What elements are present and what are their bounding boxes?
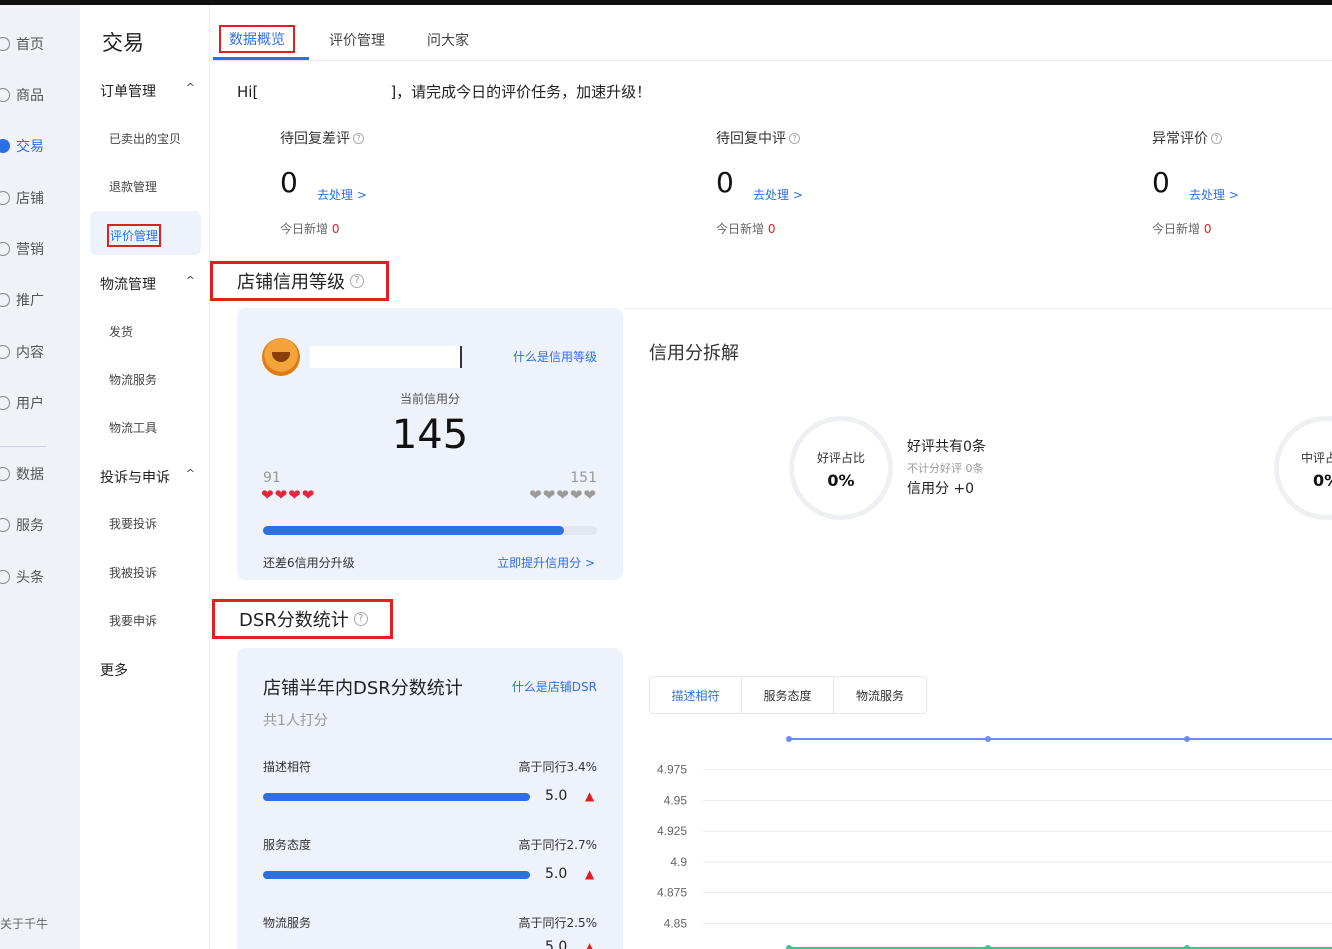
stat-pending-negative: 待回复差评? 0 去处理 > 今日新增 0 xyxy=(280,131,367,236)
group-more[interactable]: 更多 xyxy=(100,660,195,680)
mid-ratio-ring: 中评占 0% xyxy=(1274,416,1332,520)
y-tick-label: 4.975 xyxy=(657,763,687,777)
shop-icon xyxy=(0,191,10,205)
y-tick-label: 4.875 xyxy=(657,886,687,900)
current-level-hearts: ❤❤❤❤ xyxy=(261,486,316,504)
credit-progress-bar xyxy=(263,526,597,535)
rail-item-promotion[interactable]: 推广 xyxy=(0,284,80,316)
greeting: Hi[]，请完成今日的评价任务，加速升级！ xyxy=(237,83,652,101)
active-tab-indicator xyxy=(213,57,309,60)
help-icon[interactable]: ? xyxy=(353,132,364,144)
what-is-credit-link[interactable]: 什么是信用等级 xyxy=(513,348,597,365)
group-order-management[interactable]: 订单管理 ^ xyxy=(100,81,195,101)
content-icon xyxy=(0,345,10,359)
nav-refunds[interactable]: 退款管理 xyxy=(109,178,157,195)
dsr-bar-service xyxy=(263,871,530,879)
y-tick-label: 4.925 xyxy=(657,824,687,838)
group-complaints[interactable]: 投诉与申诉 ^ xyxy=(100,467,195,487)
stat-pending-neutral: 待回复中评? 0 去处理 > 今日新增 0 xyxy=(716,131,803,236)
tab-ask-everyone[interactable]: 问大家 xyxy=(427,30,469,50)
subnav-title: 交易 xyxy=(102,31,144,55)
tab-review-management[interactable]: 评价管理 xyxy=(329,30,385,50)
data-point[interactable] xyxy=(985,736,991,742)
chevron-up-icon: ^ xyxy=(185,274,195,287)
nav-sold-items[interactable]: 已卖出的宝贝 xyxy=(109,130,181,147)
rail-item-shop[interactable]: 店铺 xyxy=(0,182,80,214)
primary-nav-rail: 首页 商品 交易 店铺 营销 推广 内容 用户 数据 服务 头条 关于千牛 xyxy=(0,5,80,949)
nav-appeal[interactable]: 我要申诉 xyxy=(109,612,157,629)
shop-avatar xyxy=(262,338,300,376)
nav-complained-against[interactable]: 我被投诉 xyxy=(109,564,157,581)
credit-section-title: 店铺信用等级? xyxy=(210,261,389,301)
home-icon xyxy=(0,37,10,51)
rail-item-users[interactable]: 用户 xyxy=(0,387,80,419)
good-review-summary: 好评共有0条 不计分好评 0条 信用分 +0 xyxy=(907,439,986,497)
credit-progress-fill xyxy=(263,526,564,535)
next-level-hearts: ❤❤❤❤❤ xyxy=(529,486,597,504)
tab-data-overview[interactable]: 数据概览 xyxy=(219,25,295,53)
rail-divider xyxy=(0,446,46,447)
data-icon xyxy=(0,467,10,481)
data-point[interactable] xyxy=(1184,945,1190,949)
data-point[interactable] xyxy=(1184,736,1190,742)
process-link[interactable]: 去处理 > xyxy=(753,186,803,203)
rail-item-goods[interactable]: 商品 xyxy=(0,79,80,111)
stat-abnormal-reviews: 异常评价? 0 去处理 > 今日新增 0 xyxy=(1152,131,1239,236)
credit-score: 145 xyxy=(391,412,469,458)
data-point[interactable] xyxy=(786,945,792,949)
dsr-trend-chart: 描述相符 服务态度 物流服务 4.975 4.95 4.925 4.9 4.875 4.8… xyxy=(624,648,1332,949)
user-icon xyxy=(0,396,10,410)
rail-item-headlines[interactable]: 头条 xyxy=(0,561,80,593)
rail-item-service[interactable]: 服务 xyxy=(0,509,80,541)
rail-item-home[interactable]: 首页 xyxy=(0,28,80,60)
data-point[interactable] xyxy=(985,945,991,949)
help-icon[interactable]: ? xyxy=(789,132,800,144)
data-point[interactable] xyxy=(786,736,792,742)
promotion-icon xyxy=(0,293,10,307)
main-content: 数据概览 评价管理 问大家 Hi[]，请完成今日的评价任务，加速升级！ 待回复差… xyxy=(210,5,1332,949)
goods-icon xyxy=(0,88,10,102)
redacted-shop-name xyxy=(310,346,462,368)
dsr-line-chart: 4.975 4.95 4.925 4.9 4.875 4.85 xyxy=(657,736,1332,949)
about-link[interactable]: 关于千牛 xyxy=(0,915,48,932)
group-logistics[interactable]: 物流管理 ^ xyxy=(100,274,195,294)
chevron-up-icon: ^ xyxy=(185,467,195,480)
help-icon[interactable]: ? xyxy=(353,612,368,626)
nav-logistics-service[interactable]: 物流服务 xyxy=(109,371,157,388)
help-icon[interactable]: ? xyxy=(1211,132,1222,144)
up-arrow-icon: ▲ xyxy=(585,789,595,803)
good-ratio-ring: 好评占比 0% xyxy=(789,416,893,520)
tab-bar: 数据概览 评价管理 问大家 xyxy=(211,5,1332,61)
process-link[interactable]: 去处理 > xyxy=(1189,186,1239,203)
improve-credit-link[interactable]: 立即提升信用分 > xyxy=(497,554,595,571)
dsr-section-title: DSR分数统计? xyxy=(212,599,393,639)
nav-file-complaint[interactable]: 我要投诉 xyxy=(109,515,157,532)
rail-item-marketing[interactable]: 营销 xyxy=(0,233,80,265)
y-tick-label: 4.85 xyxy=(664,916,688,930)
trade-icon xyxy=(0,139,10,153)
y-tick-label: 4.9 xyxy=(670,855,687,869)
credit-card: 什么是信用等级 当前信用分 145 91 151 ❤❤❤❤ ❤❤❤❤❤ 还差6信… xyxy=(237,308,623,580)
rail-item-content[interactable]: 内容 xyxy=(0,336,80,368)
process-link[interactable]: 去处理 > xyxy=(317,186,367,203)
dsr-card: 店铺半年内DSR分数统计 什么是店铺DSR 共1人打分 描述相符 高于同行3.4… xyxy=(237,648,623,949)
nav-logistics-tools[interactable]: 物流工具 xyxy=(109,419,157,436)
secondary-nav: 交易 订单管理 ^ 已卖出的宝贝 退款管理 评价管理 物流管理 ^ 发货 物流服务 … xyxy=(80,5,210,949)
nav-ship[interactable]: 发货 xyxy=(109,323,133,340)
nav-reviews[interactable]: 评价管理 xyxy=(107,224,162,247)
megaphone-icon xyxy=(0,242,10,256)
y-tick-label: 4.95 xyxy=(664,793,688,807)
help-icon[interactable]: ? xyxy=(350,274,364,288)
up-arrow-icon: ▲ xyxy=(585,867,595,881)
credit-breakdown: 信用分拆解 好评占比 0% 好评共有0条 不计分好评 0条 信用分 +0 中评占… xyxy=(624,308,1332,580)
dsr-bar-description xyxy=(263,793,530,801)
chevron-up-icon: ^ xyxy=(185,81,195,94)
headlines-icon xyxy=(0,570,10,584)
service-icon xyxy=(0,518,10,532)
up-arrow-icon: ▲ xyxy=(585,940,595,949)
what-is-dsr-link[interactable]: 什么是店铺DSR xyxy=(512,678,597,695)
rail-item-data[interactable]: 数据 xyxy=(0,458,80,490)
rail-item-trade[interactable]: 交易 xyxy=(0,130,80,162)
